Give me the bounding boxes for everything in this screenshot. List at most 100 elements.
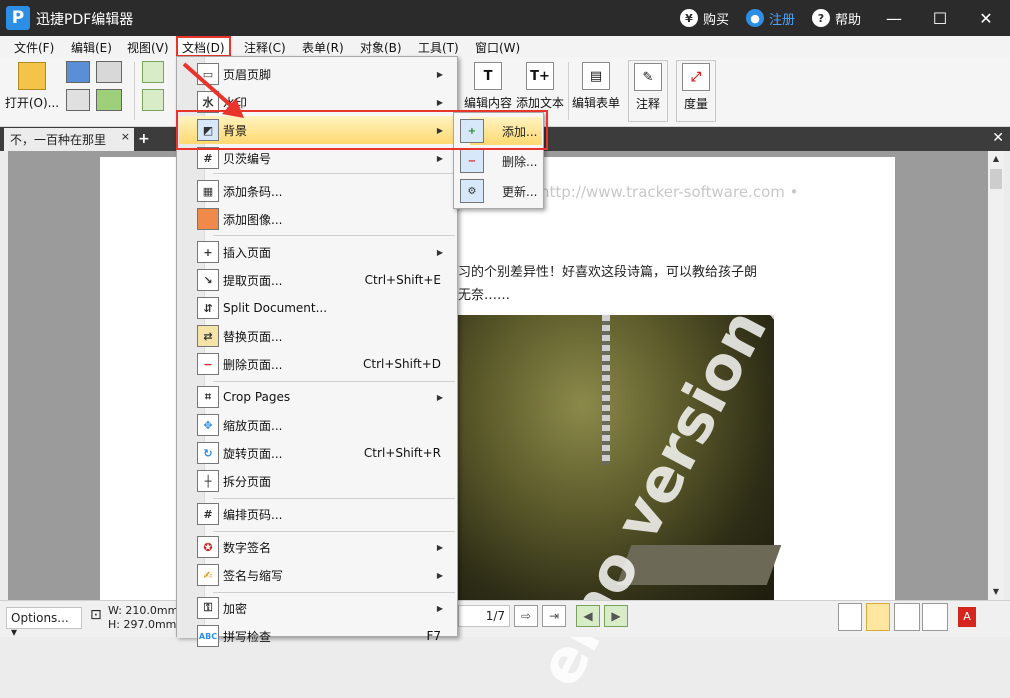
user-icon: ● [746, 9, 764, 27]
edit-text-icon: T [474, 62, 502, 90]
submenu-arrow-icon: ▶ [436, 97, 443, 107]
menu-item-encrypt[interactable]: ⚿ 加密 ▶ [179, 594, 455, 622]
toolbar-separator [134, 62, 135, 120]
back-icon[interactable] [142, 61, 164, 83]
menu-item-add-image[interactable]: 添加图像... [179, 205, 455, 233]
scanner-icon[interactable] [96, 61, 122, 83]
menu-object[interactable]: 对象(B) [356, 38, 406, 57]
vertical-scrollbar[interactable]: ▲ ▼ [988, 151, 1004, 600]
replace-page-icon: ⇄ [197, 325, 219, 347]
close-window-button[interactable]: ✕ [966, 4, 1006, 32]
continuous-view-icon[interactable] [866, 603, 890, 631]
facing-view-icon[interactable] [894, 603, 920, 631]
minimize-button[interactable]: — [874, 4, 914, 32]
menu-item-split-document[interactable]: ⇵ Split Document... [179, 294, 455, 322]
history-back-icon[interactable]: ◀ [576, 605, 600, 627]
register-button[interactable]: ● 注册 [746, 8, 795, 28]
menu-item-label: 删除页面... [223, 357, 283, 372]
submenu-arrow-icon: ▶ [436, 603, 443, 613]
chain-graphic [602, 315, 610, 465]
menu-file[interactable]: 文件(F) [10, 38, 58, 57]
menu-item-delete-pages[interactable]: − 删除页面... Ctrl+Shift+D [179, 350, 455, 378]
menu-shortcut: Ctrl+Shift+E [364, 273, 441, 287]
buy-label: 购买 [703, 12, 730, 28]
last-page-icon[interactable]: ⇥ [542, 605, 566, 627]
menu-item-split-pages[interactable]: ┼ 拆分页面 [179, 467, 455, 495]
menu-item-crop-pages[interactable]: ⌗ Crop Pages ▶ [179, 383, 455, 411]
status-bar: Options... ▾ ⊡ W: 210.0mm H: 297.0mm 1/7… [0, 600, 1010, 639]
scroll-thumb[interactable] [990, 169, 1002, 189]
menu-view[interactable]: 视图(V) [123, 38, 173, 57]
submenu-item-delete[interactable]: − 删除... [460, 147, 542, 175]
menu-item-spell-check[interactable]: ABC 拼写检查 F7 [179, 622, 455, 650]
buy-button[interactable]: ¥ 购买 [680, 8, 729, 28]
single-page-view-icon[interactable] [838, 603, 862, 631]
menu-item-add-barcode[interactable]: ▦ 添加条码... [179, 177, 455, 205]
menu-window[interactable]: 窗口(W) [471, 38, 524, 57]
scroll-up-icon[interactable]: ▲ [988, 151, 1004, 167]
menu-separator [213, 592, 455, 593]
page-width: W: 210.0mm [108, 604, 179, 617]
close-tab-icon[interactable]: × [121, 130, 130, 143]
document-tab[interactable]: 不，一百种在那里 × [4, 128, 134, 151]
help-button[interactable]: ? 帮助 [812, 8, 861, 28]
email-icon[interactable] [96, 89, 122, 111]
barcode-icon: ▦ [197, 180, 219, 202]
open-label: 打开(O)... [4, 96, 60, 110]
menu-tools[interactable]: 工具(T) [414, 38, 463, 57]
menu-form[interactable]: 表单(R) [298, 38, 348, 57]
close-document-icon[interactable]: ✕ [992, 130, 1004, 146]
menu-item-label: 加密 [223, 601, 248, 616]
encrypt-icon: ⚿ [197, 597, 219, 619]
options-label: Options... [11, 611, 69, 625]
menu-item-digital-signature[interactable]: ✪ 数字签名 ▶ [179, 533, 455, 561]
menu-item-replace-pages[interactable]: ⇄ 替换页面... [179, 322, 455, 350]
folder-icon [18, 62, 46, 90]
menu-document[interactable]: 文档(D) [176, 36, 231, 57]
menu-item-label: 添加条码... [223, 184, 283, 199]
menu-item-rotate-pages[interactable]: ↻ 旋转页面... Ctrl+Shift+R [179, 439, 455, 467]
split-page-icon: ┼ [197, 470, 219, 492]
menu-item-extract-pages[interactable]: ↘ 提取页面... Ctrl+Shift+E [179, 266, 455, 294]
submenu-arrow-icon: ▶ [436, 570, 443, 580]
edit-content-label: 编辑内容 [463, 96, 512, 110]
menu-edit[interactable]: 编辑(E) [67, 38, 116, 57]
menu-item-resize-pages[interactable]: ✥ 缩放页面... [179, 411, 455, 439]
document-viewport[interactable]: http://www.tracker-software.com • 习的个别差异… [8, 151, 988, 698]
menu-item-number-pages[interactable]: # 编排页码... [179, 500, 455, 528]
scroll-down-icon[interactable]: ▼ [988, 584, 1004, 600]
submenu-arrow-icon: ▶ [436, 542, 443, 552]
print-icon[interactable] [66, 89, 90, 111]
save-icon[interactable] [66, 61, 90, 83]
submenu-item-update[interactable]: ⚙ 更新... [460, 177, 542, 205]
menu-comment[interactable]: 注释(C) [240, 38, 290, 57]
new-tab-icon[interactable]: + [138, 131, 150, 147]
options-dropdown[interactable]: Options... ▾ [6, 607, 82, 639]
forward-icon[interactable] [142, 89, 164, 111]
form-icon: ▤ [582, 62, 610, 90]
open-button[interactable]: 打开(O)... [4, 60, 60, 122]
ruler-icon: ⤢ [682, 63, 710, 91]
measure-button[interactable]: ⤢ 度量 [676, 60, 716, 122]
menu-item-insert-pages[interactable]: + 插入页面 ▶ [179, 238, 455, 266]
menu-item-label: 拆分页面 [223, 474, 272, 489]
history-forward-icon[interactable]: ▶ [604, 605, 628, 627]
menu-item-sign-initials[interactable]: ✍ 签名与缩写 ▶ [179, 561, 455, 589]
next-page-icon[interactable]: ⇨ [514, 605, 538, 627]
edit-form-button[interactable]: ▤ 编辑表单 [570, 60, 622, 122]
menu-item-label: 旋转页面... [223, 446, 283, 461]
signature-pen-icon: ✍ [197, 564, 219, 586]
page-height: H: 297.0mm [108, 618, 177, 631]
maximize-button[interactable]: ☐ [920, 4, 960, 32]
yen-icon: ¥ [680, 9, 698, 27]
submenu-arrow-icon: ▶ [436, 392, 443, 402]
pdf-icon[interactable]: A [958, 607, 976, 627]
menu-item-label: 数字签名 [223, 540, 272, 555]
page-number-input[interactable]: 1/7 [458, 605, 510, 627]
add-text-icon: T+ [526, 62, 554, 90]
insert-page-icon: + [197, 241, 219, 263]
continuous-facing-view-icon[interactable] [922, 603, 948, 631]
annotate-button[interactable]: ✎ 注释 [628, 60, 668, 122]
add-image-icon [197, 208, 219, 230]
submenu-item-label: 删除... [502, 154, 538, 169]
